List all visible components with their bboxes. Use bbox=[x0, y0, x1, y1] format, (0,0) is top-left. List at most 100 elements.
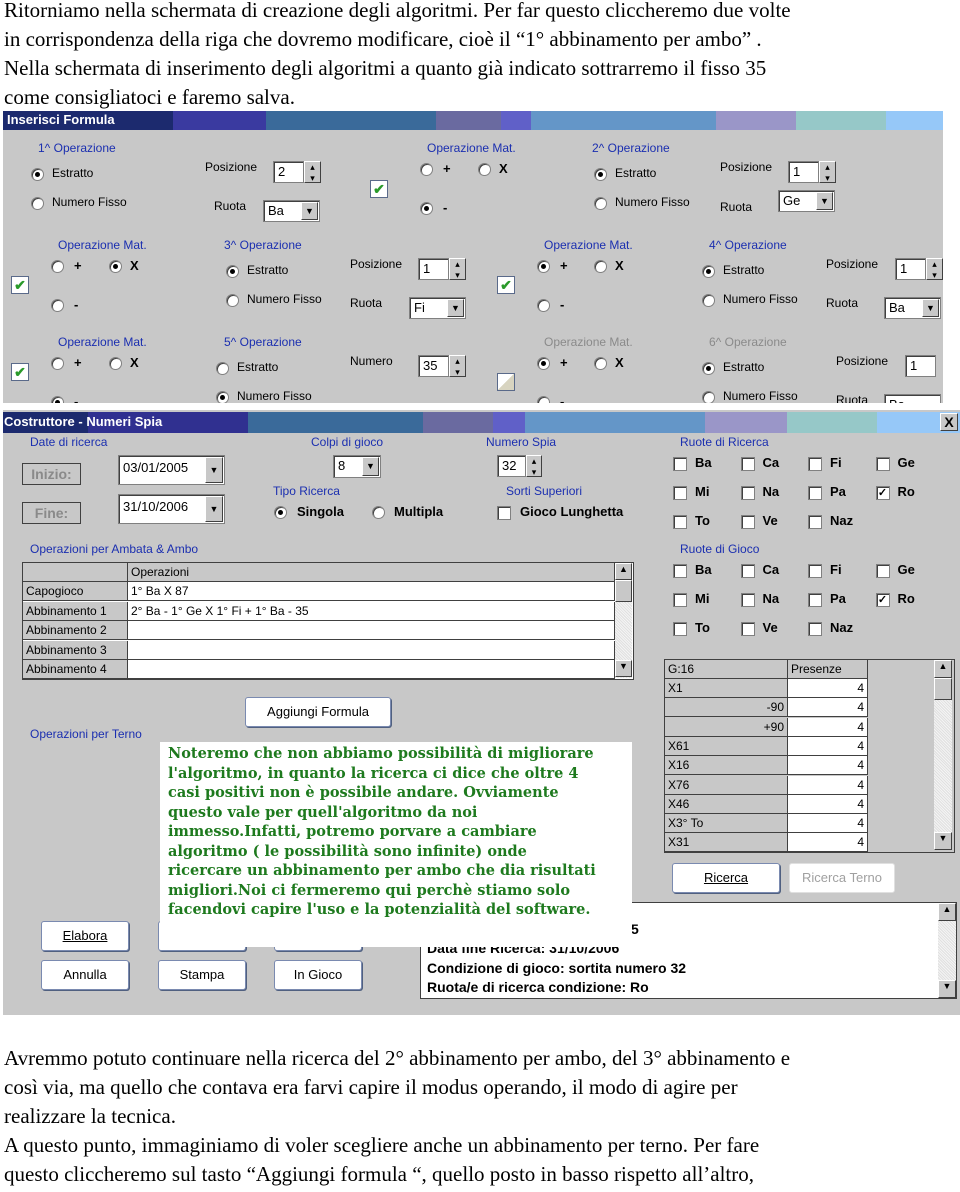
ricerca-terno-button[interactable]: Ricerca Terno bbox=[789, 863, 895, 893]
mat4-times-radio[interactable] bbox=[109, 357, 122, 370]
scroll-up-icon[interactable]: ▲ bbox=[938, 903, 956, 921]
mat3-times-radio[interactable] bbox=[594, 260, 607, 273]
numero-spia-input[interactable]: 32 bbox=[497, 455, 526, 477]
table-row[interactable]: X76 4 bbox=[665, 775, 868, 795]
chevron-down-icon[interactable]: ▼ bbox=[816, 192, 833, 210]
singola-radio[interactable] bbox=[274, 506, 287, 519]
ruota-mi-checkbox[interactable] bbox=[673, 593, 687, 607]
op5-numero-fisso-radio[interactable] bbox=[216, 391, 229, 403]
table-row[interactable]: Abbinamento 1 2° Ba - 1° Ge X 1° Fi + 1°… bbox=[23, 601, 615, 621]
scroll-down-icon[interactable]: ▼ bbox=[938, 980, 956, 998]
op6-numero-fisso-radio[interactable] bbox=[702, 391, 715, 403]
op2-numero-fisso-radio[interactable] bbox=[594, 197, 607, 210]
row-operation[interactable]: 2° Ba - 1° Ge X 1° Fi + 1° Ba - 35 bbox=[128, 601, 615, 620]
ruota-naz-checkbox[interactable] bbox=[808, 515, 822, 529]
table-row[interactable]: +90 4 bbox=[665, 717, 868, 737]
table-row[interactable]: X61 4 bbox=[665, 736, 868, 756]
mat5-enable-checkbox[interactable] bbox=[497, 373, 515, 391]
op3-numero-fisso-radio[interactable] bbox=[226, 294, 239, 307]
mat1-enable-checkbox[interactable]: ✔ bbox=[370, 180, 388, 198]
chevron-down-icon[interactable]: ▼ bbox=[205, 457, 223, 483]
ruota-ve-checkbox[interactable] bbox=[740, 622, 755, 636]
annulla-button[interactable]: Annulla bbox=[41, 960, 129, 990]
table-row[interactable]: Abbinamento 2 bbox=[23, 621, 615, 640]
mat5-plus-radio[interactable] bbox=[537, 357, 550, 370]
chevron-down-icon[interactable]: ▼ bbox=[301, 202, 318, 220]
op4-numero-fisso-radio[interactable] bbox=[702, 294, 715, 307]
mat1-plus-radio[interactable] bbox=[420, 163, 433, 176]
stampa-button[interactable]: Stampa bbox=[158, 960, 246, 990]
ruota-to-checkbox[interactable] bbox=[673, 515, 687, 529]
ruota-ge-checkbox[interactable] bbox=[875, 564, 890, 578]
table-row[interactable]: X16 4 bbox=[665, 756, 868, 776]
ruota-ba-checkbox[interactable] bbox=[673, 457, 687, 471]
mat2-minus-radio[interactable] bbox=[51, 299, 64, 312]
ruota-fi-checkbox[interactable] bbox=[808, 457, 822, 471]
op6-ruota-select[interactable]: Ba bbox=[884, 394, 941, 403]
spin-arrows-icon[interactable]: ▴ ▾ bbox=[819, 161, 836, 183]
scroll-thumb[interactable] bbox=[934, 678, 952, 700]
ruota-na-checkbox[interactable] bbox=[740, 593, 755, 607]
chevron-down-icon[interactable]: ▼ bbox=[205, 496, 223, 522]
table-row[interactable]: Abbinamento 4 bbox=[23, 660, 615, 679]
op2-posizione-input[interactable]: 1 bbox=[788, 161, 819, 183]
ruota-ve-checkbox[interactable] bbox=[740, 515, 755, 529]
gioco-lunghetta-checkbox[interactable] bbox=[497, 506, 511, 520]
chevron-down-icon[interactable]: ▼ bbox=[922, 299, 939, 317]
scroll-up-icon[interactable]: ▲ bbox=[934, 660, 952, 678]
mat5-times-radio[interactable] bbox=[594, 357, 607, 370]
ruota-ro-checkbox[interactable]: ✓ bbox=[875, 593, 890, 607]
scroll-down-icon[interactable]: ▼ bbox=[934, 832, 952, 850]
mat1-times-radio[interactable] bbox=[478, 163, 491, 176]
mat4-minus-radio[interactable] bbox=[51, 396, 64, 403]
ruota-na-checkbox[interactable] bbox=[740, 486, 755, 500]
mat3-plus-radio[interactable] bbox=[537, 260, 550, 273]
table-row[interactable]: Capogioco 1° Ba X 87 bbox=[23, 582, 615, 601]
ruota-naz-checkbox[interactable] bbox=[808, 622, 822, 636]
spin-arrows-icon[interactable]: ▴ ▾ bbox=[526, 455, 542, 477]
spin-arrows-icon[interactable]: ▴ ▾ bbox=[449, 355, 466, 377]
elabora-button[interactable]: Elabora bbox=[41, 921, 129, 951]
ruota-to-checkbox[interactable] bbox=[673, 622, 687, 636]
multipla-radio[interactable] bbox=[372, 506, 385, 519]
chevron-down-icon[interactable]: ▼ bbox=[447, 299, 464, 317]
mat5-minus-radio[interactable] bbox=[537, 396, 550, 403]
op6-posizione-input[interactable]: 1 bbox=[905, 355, 936, 377]
row-operation[interactable] bbox=[128, 640, 615, 659]
ruota-ba-checkbox[interactable] bbox=[673, 564, 687, 578]
close-icon[interactable]: X bbox=[940, 413, 958, 431]
row-operation[interactable] bbox=[128, 660, 615, 678]
ruota-fi-checkbox[interactable] bbox=[808, 564, 822, 578]
spin-arrows-icon[interactable]: ▴ ▾ bbox=[926, 258, 943, 280]
ruota-pa-checkbox[interactable] bbox=[808, 593, 822, 607]
ruota-pa-checkbox[interactable] bbox=[808, 486, 822, 500]
op4-posizione-input[interactable]: 1 bbox=[895, 258, 926, 280]
op1-posizione-input[interactable]: 2 bbox=[273, 161, 304, 183]
spin-arrows-icon[interactable]: ▴ ▾ bbox=[304, 161, 321, 183]
ruota-ca-checkbox[interactable] bbox=[740, 457, 755, 471]
op1-estratto-radio[interactable] bbox=[31, 168, 44, 181]
mat2-times-radio[interactable] bbox=[109, 260, 122, 273]
table-row[interactable]: X3° To 4 bbox=[665, 814, 868, 834]
table-row[interactable]: Abbinamento 3 bbox=[23, 640, 615, 660]
scroll-up-icon[interactable]: ▲ bbox=[615, 563, 632, 580]
mat2-enable-checkbox[interactable]: ✔ bbox=[11, 276, 29, 294]
mat4-plus-radio[interactable] bbox=[51, 357, 64, 370]
ricerca-button[interactable]: Ricerca bbox=[672, 863, 780, 893]
op3-estratto-radio[interactable] bbox=[226, 265, 239, 278]
op4-estratto-radio[interactable] bbox=[702, 265, 715, 278]
scroll-down-icon[interactable]: ▼ bbox=[615, 660, 632, 677]
spin-arrows-icon[interactable]: ▴ ▾ bbox=[449, 258, 466, 280]
ruota-ca-checkbox[interactable] bbox=[740, 564, 755, 578]
mat3-enable-checkbox[interactable]: ✔ bbox=[497, 276, 515, 294]
mat3-minus-radio[interactable] bbox=[537, 299, 550, 312]
row-operation[interactable]: 1° Ba X 87 bbox=[128, 582, 615, 600]
op5-estratto-radio[interactable] bbox=[216, 362, 229, 375]
ruota-mi-checkbox[interactable] bbox=[673, 486, 687, 500]
aggiungi-formula-button[interactable]: Aggiungi Formula bbox=[245, 697, 391, 727]
table-row[interactable]: X46 4 bbox=[665, 794, 868, 814]
mat2-plus-radio[interactable] bbox=[51, 260, 64, 273]
op2-estratto-radio[interactable] bbox=[594, 168, 607, 181]
table-row[interactable]: X31 4 bbox=[665, 833, 868, 853]
mat1-minus-radio[interactable] bbox=[420, 202, 433, 215]
